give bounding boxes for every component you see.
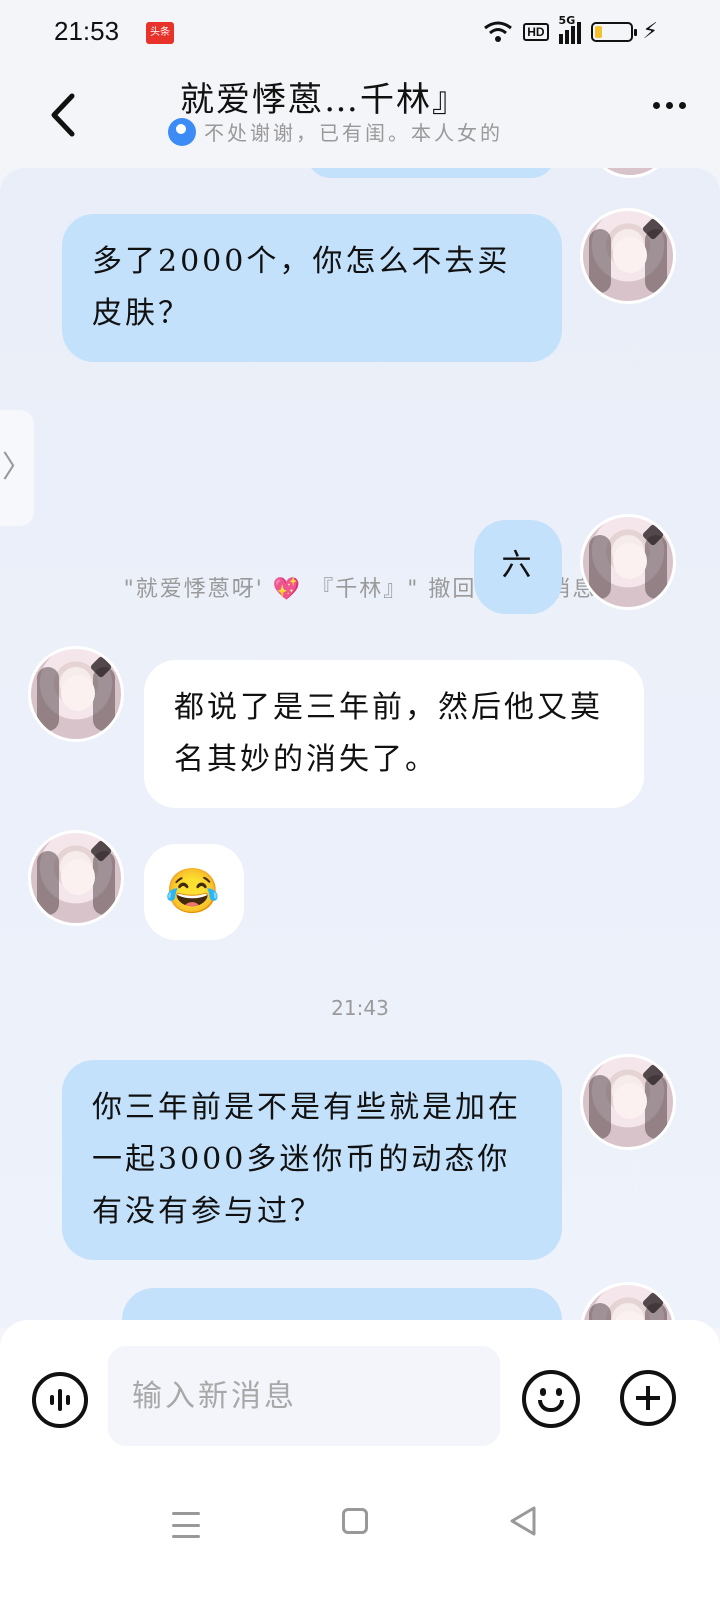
back-button[interactable] <box>46 92 80 138</box>
battery-fill <box>594 26 602 38</box>
status-bar: 21:53 头条 HD 5G ⚡ <box>0 0 720 62</box>
message-bubble[interactable]: 六 <box>474 520 562 614</box>
message-bubble-partial <box>306 168 556 178</box>
system-nav-bar <box>0 1460 720 1600</box>
more-dot-icon <box>653 102 660 109</box>
avatar[interactable] <box>580 1054 676 1150</box>
recent-apps-button[interactable] <box>172 1512 200 1538</box>
chat-subtitle: 不处谢谢，已有闺。本人女的 <box>204 121 503 145</box>
more-dot-icon <box>679 102 686 109</box>
wifi-icon <box>484 21 513 42</box>
message-list[interactable]: 〉 多了2000个，你怎么不去买皮肤？ "就爱悸蒽呀' 💖 『千林』" 撤回了一… <box>0 168 720 1328</box>
avatar[interactable] <box>580 514 676 610</box>
message-bubble[interactable]: 多了2000个，你怎么不去买皮肤？ <box>62 214 562 362</box>
message-bubble[interactable]: 你三年前是不是有些就是加在一起3000多迷你币的动态你有没有参与过？ <box>62 1060 562 1260</box>
status-icons: HD 5G ⚡ <box>483 14 658 46</box>
more-dot-icon <box>666 102 673 109</box>
message-text: 六 <box>501 548 535 583</box>
home-button[interactable] <box>342 1508 368 1534</box>
back-triangle-button[interactable] <box>508 1504 538 1538</box>
network-label: 5G <box>558 14 576 27</box>
signal-icon: 5G <box>558 14 581 44</box>
message-bubble[interactable]: 都说了是三年前，然后他又莫名其妙的消失了。 <box>144 660 644 808</box>
message-text: 多了2000个，你怎么不去买皮肤？ <box>92 244 511 331</box>
message-bubble[interactable]: 😂 <box>144 844 244 940</box>
qq-status-icon <box>168 117 196 146</box>
voice-button[interactable] <box>32 1372 88 1428</box>
charging-icon: ⚡ <box>642 19 658 44</box>
hd-icon: HD <box>523 23 549 41</box>
battery-icon <box>590 22 637 42</box>
avatar[interactable] <box>28 830 124 926</box>
chat-subtitle-row: 不处谢谢，已有闺。本人女的 <box>168 117 503 146</box>
emoji-button[interactable] <box>522 1370 580 1428</box>
message-timestamp: 21:43 <box>331 996 389 1020</box>
avatar[interactable] <box>590 168 670 178</box>
plus-button[interactable] <box>620 1370 676 1426</box>
toutiao-badge-icon: 头条 <box>146 22 174 44</box>
more-options-button[interactable] <box>653 102 686 109</box>
smiley-icon <box>540 1388 546 1396</box>
avatar[interactable] <box>28 646 124 742</box>
message-text: 你三年前是不是有些就是加在一起3000多迷你币的动态你有没有参与过？ <box>92 1090 521 1229</box>
message-text: 都说了是三年前，然后他又莫名其妙的消失了。 <box>174 690 603 777</box>
message-input[interactable] <box>108 1346 500 1446</box>
avatar[interactable] <box>580 208 676 304</box>
chat-header: 就爱悸蒽…千林』 不处谢谢，已有闺。本人女的 <box>0 62 720 170</box>
status-time: 21:53 <box>54 16 120 46</box>
side-drawer-handle[interactable]: 〉 <box>0 410 34 526</box>
chat-title: 就爱悸蒽…千林』 <box>180 80 468 120</box>
laughing-crying-emoji-icon: 😂 <box>165 866 223 917</box>
